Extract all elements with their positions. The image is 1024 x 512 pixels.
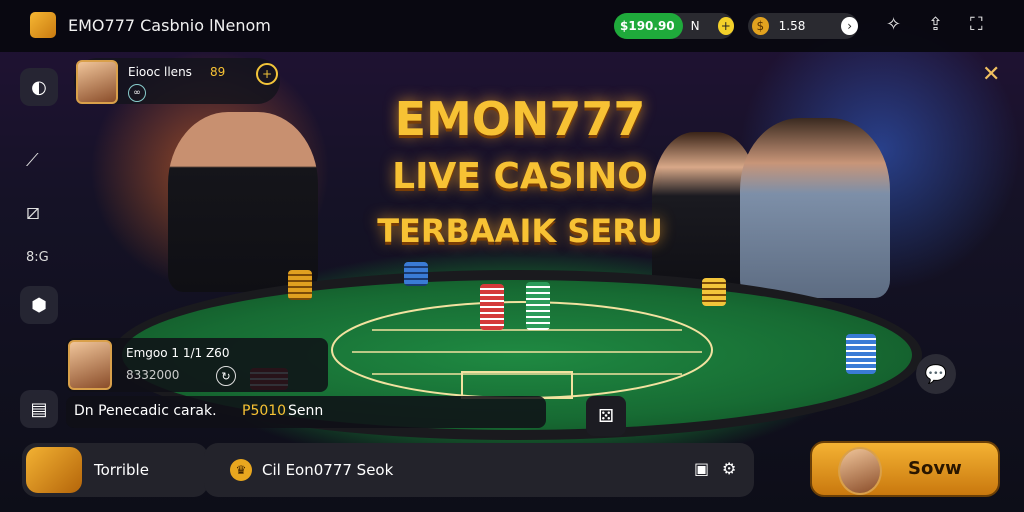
- message-bar: Dn Penecadic carak. P5010 Senn: [66, 396, 546, 428]
- bet-info-card[interactable]: Emgoo 1 1/1 Z60 8332000 ↻: [66, 338, 328, 392]
- logo-icon[interactable]: [30, 12, 56, 38]
- player-name: Eiooc llens: [128, 65, 192, 79]
- chip-stack: [288, 270, 312, 300]
- message-suffix: Senn: [288, 403, 324, 419]
- card-icon[interactable]: ▤: [20, 390, 58, 428]
- show-label: Sovw: [908, 458, 962, 479]
- left-sidebar: ◐ ⟋ ⧄ 8:G ⬢ ▤: [18, 60, 62, 440]
- balance-value: $190.90: [620, 19, 675, 33]
- expand-icon[interactable]: ⛶: [970, 14, 983, 35]
- seek-bar[interactable]: ♛ Cil Eon0777 Seok ▣ ⚙: [204, 443, 754, 497]
- headline-line1: EMON777: [394, 92, 646, 146]
- avatar: [68, 340, 112, 390]
- dealer-left: [168, 112, 318, 292]
- player-card[interactable]: Eiooc llens 89 + ∞: [74, 58, 280, 104]
- message-highlight: P5010: [242, 403, 287, 419]
- player-man: [740, 118, 890, 298]
- avatar: [838, 447, 882, 495]
- sidebar-label: 8:G: [26, 250, 49, 265]
- wallet-label: Torrible: [94, 461, 149, 479]
- arrow-right-icon[interactable]: ›: [841, 17, 858, 35]
- balance-pill[interactable]: $190.90 N +: [614, 13, 734, 39]
- top-bar: EMO777 Casbnio lNenom $190.90 N + $ 1.58…: [0, 0, 1024, 52]
- slash-box-icon[interactable]: ⧄: [26, 200, 40, 225]
- add-icon[interactable]: +: [717, 17, 734, 35]
- message-text: Dn Penecadic carak.: [74, 403, 217, 419]
- chip-stack: [846, 334, 876, 374]
- crown-icon: ♛: [230, 459, 252, 481]
- pen-icon[interactable]: ⟋: [26, 150, 39, 171]
- chip-stack: [702, 278, 726, 306]
- headline-line3: TERBAAIK SERU: [377, 212, 663, 250]
- add-icon[interactable]: +: [256, 63, 278, 85]
- group-icon: ∞: [128, 84, 146, 102]
- chat-icon[interactable]: 💬: [916, 354, 956, 394]
- coin-icon: $: [752, 17, 769, 35]
- info-amount: 8332000: [126, 368, 180, 382]
- dice-icon[interactable]: ⚄: [586, 396, 626, 436]
- chip-stack: [526, 282, 550, 330]
- settings-icon[interactable]: ⚙: [722, 459, 736, 478]
- chip-stack: [480, 284, 504, 330]
- player-level: 89: [210, 65, 226, 79]
- globe-icon[interactable]: ◐: [20, 68, 58, 106]
- show-button[interactable]: Sovw: [810, 441, 1000, 497]
- image-icon[interactable]: ▣: [694, 459, 709, 478]
- location-icon[interactable]: ⬢: [20, 286, 58, 324]
- avatar: [76, 60, 118, 104]
- wallet-icon: [26, 447, 82, 493]
- headline-line2: LIVE CASINO: [392, 156, 648, 197]
- coins-pill[interactable]: $ 1.58 ›: [748, 13, 858, 39]
- profile-icon[interactable]: ✧: [886, 14, 901, 35]
- seek-label: Cil Eon0777 Seok: [262, 461, 394, 479]
- wallet-button[interactable]: Torrible: [22, 443, 208, 497]
- info-name: Emgoo 1 1/1 Z60: [126, 346, 230, 360]
- close-icon[interactable]: ✕: [982, 62, 1000, 87]
- balance-suffix: N: [690, 19, 700, 33]
- chip-stack: [404, 262, 428, 286]
- refresh-icon[interactable]: ↻: [216, 366, 236, 386]
- app-title: EMO777 Casbnio lNenom: [68, 16, 271, 35]
- share-icon[interactable]: ⇪: [928, 14, 943, 35]
- coins-value: 1.58: [778, 19, 806, 33]
